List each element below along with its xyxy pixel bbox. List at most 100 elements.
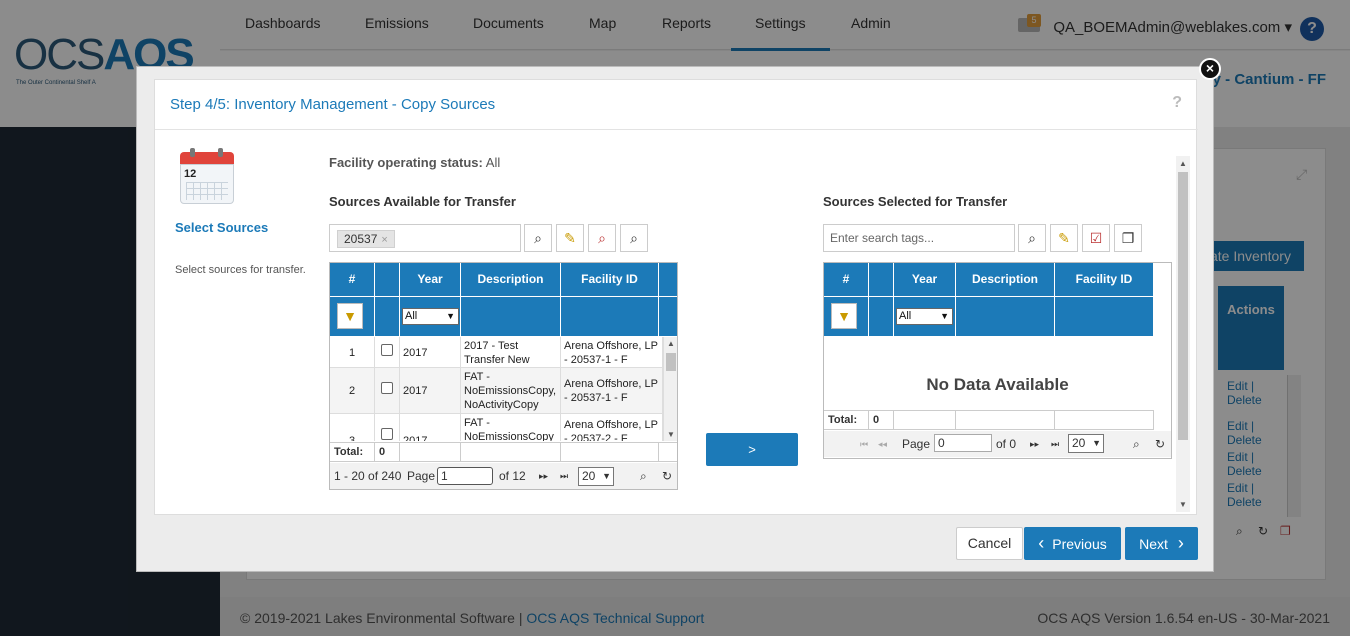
broom-icon: ✎ xyxy=(564,230,576,246)
tag-remove-icon[interactable]: × xyxy=(381,234,387,246)
first-page-icon[interactable]: ⏮ xyxy=(860,439,868,450)
col-facility-id[interactable]: Facility ID xyxy=(1055,263,1154,296)
clear-filter-button[interactable]: ✎ xyxy=(556,224,584,252)
deselect-all-button[interactable]: ❐ xyxy=(1114,224,1142,252)
search-icon[interactable]: ⌕ xyxy=(640,469,647,484)
chevron-down-icon: ▼ xyxy=(602,471,611,481)
grid-pager: ⏮ ◂◂ Page 0 of 0 ▸▸ ⏭ 20 ▼ ⌕ ↻ xyxy=(824,431,1171,457)
calendar-icon: 12 xyxy=(180,148,236,206)
total-value: 0 xyxy=(375,443,400,461)
reset-search-button[interactable]: ⌕ xyxy=(620,224,648,252)
chevron-down-icon: ▼ xyxy=(1092,438,1101,448)
table-row[interactable]: 1 2017 2017 - Test Transfer New Arena Of… xyxy=(330,337,663,368)
grid-body: 1 2017 2017 - Test Transfer New Arena Of… xyxy=(330,337,663,441)
year-filter-value: All xyxy=(899,310,912,322)
refresh-icon[interactable]: ↻ xyxy=(1155,437,1165,451)
calendar-number: 12 xyxy=(184,168,197,180)
funnel-icon: ▼ xyxy=(837,308,851,324)
chevron-down-icon: ▼ xyxy=(940,311,949,321)
row-description: FAT - NoEmissionsCopy, NoActivityCopy xyxy=(461,368,561,413)
next-page-icon[interactable]: ▸▸ xyxy=(1030,439,1039,450)
record-range: 1 - 20 of 240 xyxy=(334,469,402,483)
grid-header: # Year Description Facility ID xyxy=(330,263,677,296)
previous-page-icon[interactable]: ◂◂ xyxy=(878,439,887,450)
col-year[interactable]: Year xyxy=(894,263,956,296)
row-year: 2017 xyxy=(400,337,461,367)
row-description: FAT - NoEmissionsCopy xyxy=(461,414,561,441)
col-description[interactable]: Description xyxy=(461,263,561,296)
last-page-icon[interactable]: ⏭ xyxy=(560,471,568,482)
total-label: Total: xyxy=(824,411,869,429)
page-size-value: 20 xyxy=(582,469,596,483)
grid-scrollbar[interactable]: ▲ ▼ xyxy=(663,337,677,441)
previous-button[interactable]: ‹ Previous xyxy=(1024,527,1121,560)
total-value: 0 xyxy=(869,411,894,429)
row-number: 1 xyxy=(330,337,375,367)
available-sources-grid: # Year Description Facility ID ▼ All ▼ 1 … xyxy=(329,262,678,490)
search-icon: ⌕ xyxy=(534,230,542,246)
search-icon[interactable]: ⌕ xyxy=(1133,437,1140,452)
clear-filter-button[interactable]: ✎ xyxy=(1050,224,1078,252)
page-size-select[interactable]: 20 ▼ xyxy=(1068,434,1104,453)
table-row[interactable]: 2 2017 FAT - NoEmissionsCopy, NoActivity… xyxy=(330,368,663,414)
row-year: 2017 xyxy=(400,368,461,413)
next-page-icon[interactable]: ▸▸ xyxy=(539,471,548,482)
page-number-value: 0 xyxy=(938,436,945,450)
facility-status: Facility operating status: All xyxy=(329,155,500,170)
col-number[interactable]: # xyxy=(330,263,375,296)
last-page-icon[interactable]: ⏭ xyxy=(1051,439,1059,450)
page-label: Page xyxy=(407,469,436,483)
transfer-button[interactable]: > xyxy=(706,433,798,466)
chevron-left-icon: ‹ xyxy=(1038,533,1045,553)
selected-sources-title: Sources Selected for Transfer xyxy=(823,194,1008,209)
available-sources-title: Sources Available for Transfer xyxy=(329,194,516,209)
row-checkbox[interactable] xyxy=(381,428,393,440)
page-number-value: 1 xyxy=(441,469,448,483)
page-number-input[interactable]: 0 xyxy=(934,434,992,452)
refresh-icon[interactable]: ↻ xyxy=(662,469,672,483)
status-value: All xyxy=(485,155,501,170)
modal-title: Step 4/5: Inventory Management - Copy So… xyxy=(170,96,496,113)
modal-scrollbar[interactable]: ▲ ▼ xyxy=(1176,156,1190,512)
page-count: of 12 xyxy=(499,469,526,483)
col-number[interactable]: # xyxy=(824,263,869,296)
help-icon[interactable]: ? xyxy=(1172,94,1182,112)
page-number-input[interactable]: 1 xyxy=(437,467,493,485)
select-all-button[interactable]: ☑ xyxy=(1082,224,1110,252)
grid-pager: 1 - 20 of 240 Page 1 of 12 ▸▸ ⏭ 20 ▼ ⌕ ↻ xyxy=(330,463,677,489)
col-year[interactable]: Year xyxy=(400,263,461,296)
next-button[interactable]: Next › xyxy=(1125,527,1198,560)
cancel-button[interactable]: Cancel xyxy=(956,527,1023,560)
selected-search-input[interactable]: Enter search tags... xyxy=(823,224,1015,252)
col-description[interactable]: Description xyxy=(956,263,1055,296)
reset-search-icon: ⌕ xyxy=(630,230,638,246)
tag-text: 20537 xyxy=(344,232,378,246)
page-label: Page xyxy=(902,437,931,451)
page-size-select[interactable]: 20 ▼ xyxy=(578,467,614,486)
available-search-input[interactable]: 20537 × xyxy=(329,224,521,252)
search-button[interactable]: ⌕ xyxy=(1018,224,1046,252)
row-year: 2017 xyxy=(400,414,461,441)
select-all-icon: ☑ xyxy=(1089,230,1103,246)
search-button[interactable]: ⌕ xyxy=(524,224,552,252)
clear-filter-button[interactable]: ▼ xyxy=(337,303,363,329)
modal-header: Step 4/5: Inventory Management - Copy So… xyxy=(155,80,1198,130)
year-filter-select[interactable]: All ▼ xyxy=(896,308,953,325)
col-facility-id[interactable]: Facility ID xyxy=(561,263,659,296)
search-icon: ⌕ xyxy=(1028,230,1036,246)
page-size-value: 20 xyxy=(1072,436,1086,450)
row-number: 3 xyxy=(330,414,375,441)
col-select xyxy=(869,263,894,296)
close-icon[interactable]: × xyxy=(1199,58,1221,80)
table-row[interactable]: 3 2017 FAT - NoEmissionsCopy Arena Offsh… xyxy=(330,414,663,441)
clear-search-button[interactable]: ⌕ xyxy=(588,224,616,252)
row-checkbox[interactable] xyxy=(381,344,393,356)
grid-total-row: Total: 0 xyxy=(824,410,1154,430)
row-checkbox[interactable] xyxy=(381,382,393,394)
status-label: Facility operating status: xyxy=(329,155,483,170)
step-description: Select sources for transfer. xyxy=(175,264,306,276)
step-label: Select Sources xyxy=(175,220,269,235)
year-filter-select[interactable]: All ▼ xyxy=(402,308,459,325)
clear-filter-button[interactable]: ▼ xyxy=(831,303,857,329)
no-data-message: No Data Available xyxy=(926,375,1069,394)
